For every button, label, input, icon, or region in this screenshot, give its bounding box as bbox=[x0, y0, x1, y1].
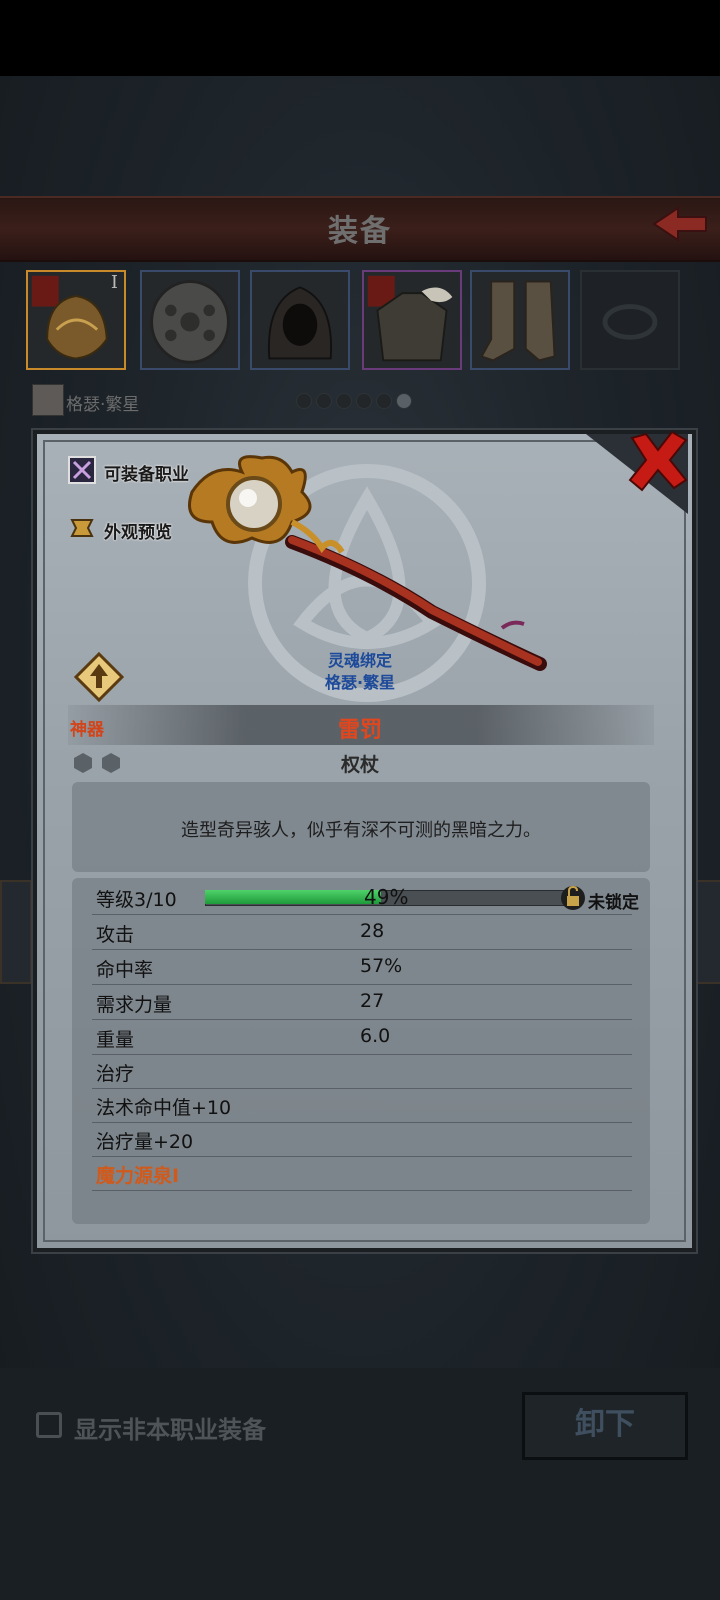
item-type: 权杖 bbox=[340, 754, 379, 776]
page-dot-active bbox=[396, 393, 412, 409]
stat-name-attack: 攻击 bbox=[96, 924, 135, 946]
equip-slot-cloak[interactable] bbox=[250, 270, 350, 370]
background-panel-right bbox=[692, 880, 720, 984]
stat-value-attack: 28 bbox=[360, 920, 385, 942]
soulbound-owner: 格瑟·繁星 bbox=[324, 673, 396, 692]
effect-spell-hit: 法术命中值+10 bbox=[96, 1097, 232, 1119]
row-divider bbox=[92, 949, 632, 950]
row-divider bbox=[92, 914, 632, 915]
row-divider bbox=[92, 1019, 632, 1020]
stat-value-strength-req: 27 bbox=[360, 990, 385, 1012]
item-name: 雷罚 bbox=[337, 718, 382, 743]
effect-heal: 治疗 bbox=[96, 1063, 135, 1085]
row-divider bbox=[92, 1088, 632, 1089]
stat-value-hit-rate: 57% bbox=[360, 955, 403, 977]
lock-status-label[interactable]: 未锁定 bbox=[588, 888, 639, 913]
upgrade-icon[interactable] bbox=[74, 652, 124, 702]
row-divider bbox=[92, 1156, 632, 1157]
page-dot bbox=[316, 393, 332, 409]
unequip-button[interactable]: 卸下 bbox=[522, 1392, 688, 1460]
character-name: 格瑟·繁星 bbox=[66, 395, 140, 415]
row-divider bbox=[92, 984, 632, 985]
gem-socket-icon bbox=[74, 753, 92, 773]
shield-icon bbox=[150, 280, 230, 364]
page-dot bbox=[296, 393, 312, 409]
helmet-icon bbox=[31, 275, 108, 360]
unlock-icon[interactable] bbox=[560, 883, 586, 911]
class-icon[interactable] bbox=[68, 456, 96, 484]
equip-class-label[interactable]: 可装备职业 bbox=[104, 460, 189, 485]
status-bar-area bbox=[0, 0, 720, 76]
level-progress-fill bbox=[205, 890, 382, 904]
gem-socket-icon bbox=[102, 753, 120, 773]
page-indicator bbox=[296, 393, 416, 413]
row-divider bbox=[92, 1190, 632, 1191]
show-non-class-label: 显示非本职业装备 bbox=[74, 1416, 266, 1444]
boots-icon bbox=[480, 280, 556, 362]
page-dot bbox=[336, 393, 352, 409]
equip-slot-shield[interactable] bbox=[140, 270, 240, 370]
armor-icon bbox=[367, 275, 453, 362]
stat-value-weight: 6.0 bbox=[360, 1025, 391, 1047]
stat-name-strength-req: 需求力量 bbox=[96, 994, 173, 1016]
page-dot bbox=[376, 393, 392, 409]
effect-heal-amount: 治疗量+20 bbox=[96, 1131, 194, 1153]
show-non-class-checkbox[interactable] bbox=[36, 1412, 62, 1438]
hood-icon bbox=[267, 286, 333, 360]
level-label: 等级3/10 bbox=[96, 889, 177, 911]
equip-slot-boots[interactable] bbox=[470, 270, 570, 370]
page-dot bbox=[356, 393, 372, 409]
stat-name-hit-rate: 命中率 bbox=[96, 959, 154, 981]
ring-icon bbox=[602, 304, 658, 340]
equip-slot-helmet[interactable]: I bbox=[26, 270, 126, 370]
equip-slot-ring[interactable] bbox=[580, 270, 680, 370]
equip-slot-armor[interactable] bbox=[362, 270, 462, 370]
special-effect: 魔力源泉I bbox=[96, 1165, 180, 1187]
rarity-label: 神器 bbox=[70, 720, 104, 740]
stat-name-weight: 重量 bbox=[96, 1029, 135, 1051]
soulbound-text: 灵魂绑定 格瑟·繁星 bbox=[300, 650, 420, 694]
back-arrow-icon[interactable] bbox=[650, 204, 710, 244]
appearance-preview-label[interactable]: 外观预览 bbox=[104, 518, 172, 543]
row-divider bbox=[92, 1054, 632, 1055]
appearance-icon[interactable] bbox=[68, 514, 96, 542]
close-icon[interactable] bbox=[624, 430, 692, 492]
level-progress-text: 49% bbox=[364, 885, 409, 909]
item-description: 造型奇异骇人，似乎有深不可测的黑暗之力。 bbox=[181, 820, 541, 841]
row-divider bbox=[92, 1122, 632, 1123]
soulbound-line1: 灵魂绑定 bbox=[327, 651, 392, 670]
slot-tier-label: I bbox=[110, 272, 118, 293]
page-title: 装备 bbox=[328, 214, 392, 249]
character-avatar[interactable] bbox=[32, 384, 64, 416]
background-panel-left bbox=[0, 880, 32, 984]
